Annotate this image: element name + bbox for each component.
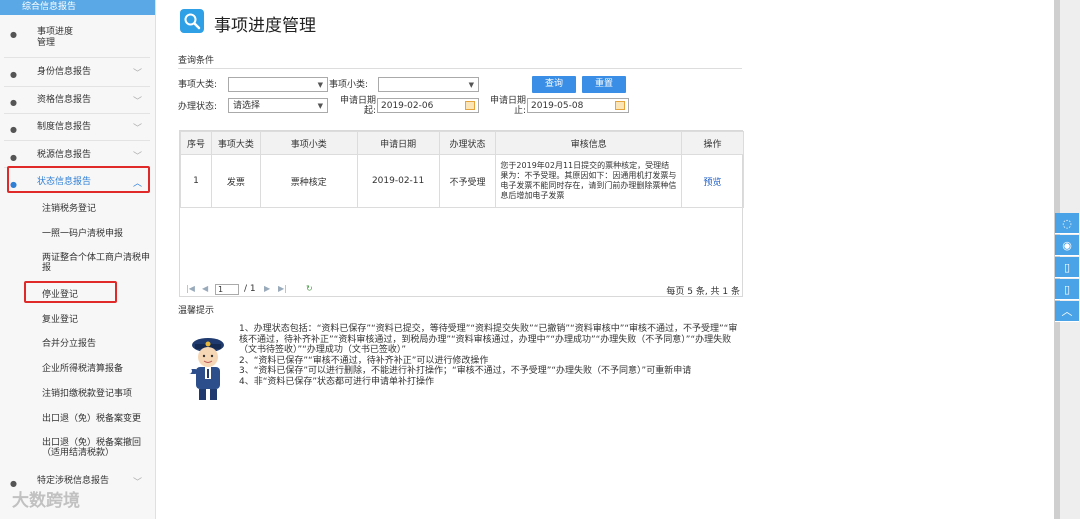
bullet-icon: ● [10,30,17,39]
sidebar-item-progress[interactable]: ● 事项进度 管理 [0,27,150,51]
status-label: 办理状态: [178,102,218,112]
chevron-down-icon: ﹀ [133,478,143,488]
tip-line: 3、“资料已保存”可以进行删除，不能进行补打操作；“审核不通过，不予受理”“办理… [239,366,692,376]
bullet-icon: ● [10,70,17,79]
status-select[interactable]: 请选择 ▼ [228,98,328,113]
bullet-icon: ● [10,153,17,162]
cell-status: 不予受理 [438,154,497,208]
prev-page-icon[interactable]: ◀ [202,284,208,293]
divider [4,57,150,58]
back-to-top-icon[interactable]: ︿ [1055,301,1079,322]
bullet-icon: ● [10,125,17,134]
pager-summary: 每页 5 条, 共 1 条 [666,287,740,297]
sidebar-item-label: 税源信息报告 [37,150,92,160]
last-page-icon[interactable]: ▶| [278,284,287,293]
major-category-label: 事项大类: [178,80,218,90]
minor-category-label: 事项小类: [329,80,369,90]
police-mascot-icon [186,333,230,403]
divider [4,140,150,141]
subitem-export-withdraw[interactable]: 出口退（免）税备案撤回（适用结清税款） [42,438,150,458]
col-header: 审核信息 [495,131,683,155]
end-date-input[interactable]: 2019-05-08 [527,98,629,113]
tips-text: 1、办理状态包括：“资料已保存”“资料已提交，等待受理”“资料提交失败”“已撤销… [239,324,744,387]
highlight-box [24,281,117,303]
subitem-deregistration[interactable]: 注销税务登记 [42,204,150,214]
reset-button[interactable]: 重置 [582,76,626,93]
col-header: 申请日期 [356,131,440,155]
tablet-icon[interactable]: ▯ [1055,279,1079,300]
highlight-box [7,166,150,193]
bullet-icon: ● [10,98,17,107]
first-page-icon[interactable]: |◀ [186,284,195,293]
chevron-down-icon: ﹀ [133,152,143,162]
tip-line: 4、非“资料已保存”状态都可进行申请单补打操作 [239,376,435,387]
sidebar-item-label: 资格信息报告 [37,95,92,105]
sidebar-item-label: 身份信息报告 [37,67,92,77]
caret-down-icon: ▼ [317,81,323,89]
subitem-one-license-clearance[interactable]: 一照一码户清税申报 [42,229,150,239]
total-pages: / 1 [244,284,256,294]
subitem-export-change[interactable]: 出口退（免）税备案变更 [42,414,150,424]
divider [4,86,150,87]
sidebar-item-qualification[interactable]: ● 资格信息报告 ﹀ [0,95,150,107]
chat-icon[interactable]: ◌ [1055,213,1079,234]
mobile-icon[interactable]: ▯ [1055,257,1079,278]
chevron-down-icon: ﹀ [133,69,143,79]
col-header: 办理状态 [438,131,497,155]
cell-message: 您于2019年02月11日提交的票种核定，受理结果为：不予受理。其原因如下：因通… [495,154,683,208]
query-button[interactable]: 查询 [532,76,576,93]
end-date-label: 申请日期止: [489,96,526,116]
col-header: 事项大类 [210,131,261,155]
subitem-resumption[interactable]: 复业登记 [42,315,150,325]
pager: |◀ ◀ 1 / 1 ▶ ▶| ↻ 每页 5 条, 共 1 条 [180,283,742,297]
results-grid: 序号 事项大类 事项小类 申请日期 办理状态 审核信息 操作 1 发票 票种核定… [179,130,744,297]
calendar-icon[interactable] [615,101,625,110]
divider [178,68,742,69]
col-header: 事项小类 [259,131,358,155]
cell-minor: 票种核定 [259,154,358,208]
start-date-label: 申请日期起: [339,96,376,116]
query-section-title: 查询条件 [178,56,215,66]
results-table: 序号 事项大类 事项小类 申请日期 办理状态 审核信息 操作 1 发票 票种核定… [180,131,744,208]
col-header: 序号 [180,131,212,155]
minor-category-select[interactable]: ▼ [378,77,479,92]
calendar-icon[interactable] [465,101,475,110]
watermark: 大数跨境 [12,491,80,511]
table-row: 1 发票 票种核定 2019-02-11 不予受理 您于2019年02月11日提… [180,154,744,208]
page-title: 事项进度管理 [214,16,316,36]
tip-line: 2、“资料已保存”“审核不通过，待补齐补正”可以进行修改操作 [239,355,489,366]
subitem-merger[interactable]: 合并分立报告 [42,339,150,349]
major-category-select[interactable]: ▼ [228,77,328,92]
sidebar-top-item[interactable]: 综合信息报告 [0,0,155,15]
page-input[interactable]: 1 [215,284,239,295]
weibo-icon[interactable]: ◉ [1055,235,1079,256]
main-content: 事项进度管理 查询条件 事项大类: ▼ 事项小类: ▼ 查询 重置 办理状态: … [156,0,1054,519]
sidebar-item-identity[interactable]: ● 身份信息报告 ﹀ [0,67,150,79]
sidebar-item-label: 事项进度 管理 [37,27,74,48]
tips-title: 温馨提示 [178,306,215,316]
sidebar-item-label: 制度信息报告 [37,122,92,132]
chevron-down-icon: ﹀ [133,124,143,134]
search-icon [180,9,204,33]
refresh-icon[interactable]: ↻ [306,284,313,293]
cell-major: 发票 [210,154,261,208]
sidebar: 综合信息报告 ● 事项进度 管理 ● 身份信息报告 ﹀ ● 资格信息报告 ﹀ ●… [0,0,156,519]
cell-date: 2019-02-11 [356,154,440,208]
chevron-down-icon: ﹀ [133,97,143,107]
sidebar-item-tax-source[interactable]: ● 税源信息报告 ﹀ [0,150,150,162]
caret-down-icon: ▼ [317,102,323,110]
start-date-input[interactable]: 2019-02-06 [377,98,479,113]
col-header: 操作 [681,131,744,155]
next-page-icon[interactable]: ▶ [264,284,270,293]
sidebar-item-system[interactable]: ● 制度信息报告 ﹀ [0,122,150,134]
tip-line: 1、办理状态包括：“资料已保存”“资料已提交，等待受理”“资料提交失败”“已撤销… [239,324,738,355]
subitem-liquidation[interactable]: 企业所得税清算报备 [42,364,150,374]
preview-link[interactable]: 预览 [681,154,744,208]
divider [4,113,150,114]
subitem-withholding-deregistration[interactable]: 注销扣缴税款登记事项 [42,389,150,399]
subitem-two-cert-clearance[interactable]: 两证整合个体工商户清税申报 [42,253,150,273]
cell-no: 1 [180,154,212,208]
caret-down-icon: ▼ [468,81,474,89]
